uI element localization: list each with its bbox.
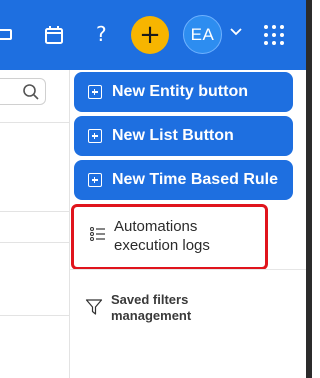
new-entity-button[interactable]: New Entity button xyxy=(74,72,293,112)
window-icon[interactable] xyxy=(0,20,20,50)
add-button[interactable]: + xyxy=(131,16,169,54)
chevron-down-icon[interactable] xyxy=(230,24,242,42)
top-bar: ? + EA xyxy=(0,0,306,70)
background-page-panel xyxy=(0,70,70,378)
window-edge xyxy=(306,0,312,378)
new-list-label: New List Button xyxy=(112,127,234,144)
table-row-divider xyxy=(0,122,70,123)
help-icon[interactable]: ? xyxy=(96,22,107,46)
saved-filters-management-label: Saved filters management xyxy=(111,292,192,323)
table-row-divider xyxy=(0,315,70,316)
new-time-based-rule-label: New Time Based Rule xyxy=(112,171,278,188)
new-time-based-rule-button[interactable]: New Time Based Rule xyxy=(74,160,293,200)
search-icon[interactable] xyxy=(22,83,40,106)
apps-grid-icon[interactable] xyxy=(264,25,284,45)
filter-icon xyxy=(85,298,103,319)
table-row-divider xyxy=(0,211,70,212)
saved-filters-management-item[interactable]: Saved filters management xyxy=(70,292,306,324)
plus-square-icon xyxy=(88,129,102,143)
new-entity-label: New Entity button xyxy=(112,83,248,100)
menu-divider xyxy=(70,269,306,270)
calendar-icon[interactable] xyxy=(39,20,69,50)
avatar[interactable]: EA xyxy=(183,15,222,54)
plus-square-icon xyxy=(88,85,102,99)
highlight-frame xyxy=(71,204,268,270)
plus-square-icon xyxy=(88,173,102,187)
add-menu-dropdown: New Entity button New List Button New Ti… xyxy=(70,70,306,378)
new-list-button[interactable]: New List Button xyxy=(74,116,293,156)
table-row-divider xyxy=(0,242,70,243)
